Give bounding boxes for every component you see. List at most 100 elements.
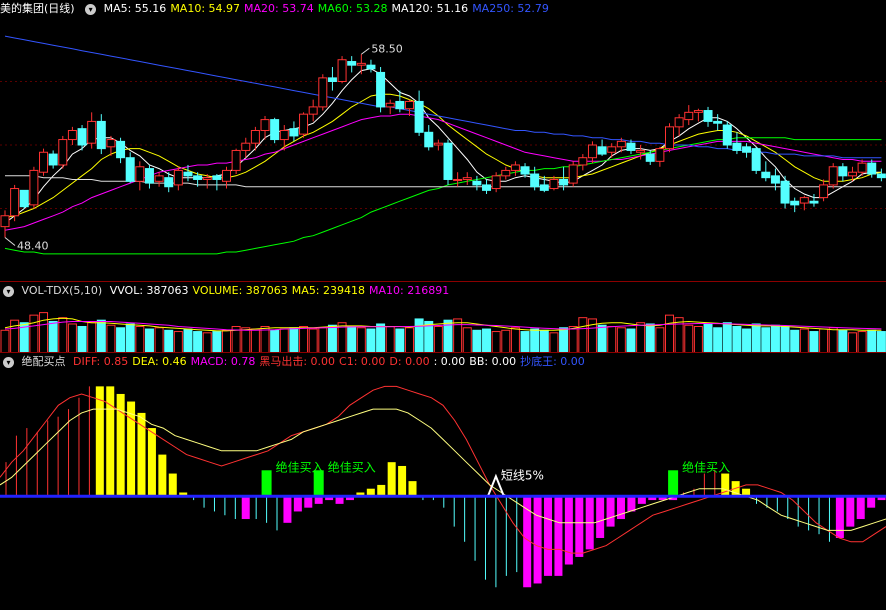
macd-bar (835, 496, 844, 538)
macd-bar (95, 386, 104, 497)
volume-bar (732, 326, 742, 353)
macd-bar (544, 496, 553, 576)
candle-body (510, 164, 520, 171)
candle-body (482, 184, 492, 191)
volume-bar (549, 332, 559, 353)
candle-body (742, 146, 752, 153)
buy-signal-bar (261, 470, 272, 497)
candle-body (838, 166, 848, 177)
volume-bar (308, 328, 318, 353)
settings-icon[interactable]: ▾ (85, 3, 97, 15)
volume-bar (636, 322, 646, 353)
candle-body (819, 184, 829, 199)
volume-bar (48, 320, 58, 353)
volume-bar (154, 327, 164, 353)
candle-body (761, 171, 771, 179)
volume-bar (847, 332, 857, 353)
candle-body (414, 100, 424, 133)
settings-icon[interactable]: ▾ (3, 285, 14, 297)
indicator-chart: 绝佳买入 绝佳买入 绝佳买入短线5% (0, 385, 886, 588)
volume-bar (742, 328, 752, 353)
macd-bar (387, 462, 396, 497)
volume-bar (462, 327, 472, 353)
volume-legend-item: VVOL: 387063 (109, 284, 189, 297)
volume-bar (289, 327, 299, 353)
indicator-legend-item: 黑马出击: 0.00 (259, 355, 336, 368)
volume-bar (809, 331, 819, 353)
candle-body (472, 180, 482, 186)
candle-body (867, 162, 877, 175)
candle-body (597, 146, 607, 155)
price-legend-item: MA250: 52.79 (472, 2, 549, 15)
volume-bar (144, 328, 154, 353)
macd-bar (158, 454, 167, 497)
indicator-legend-item: DEA: 0.46 (132, 355, 187, 368)
candle-body (58, 139, 68, 166)
candle-body (318, 77, 328, 108)
volume-bar (347, 326, 357, 353)
candle-body (10, 188, 20, 217)
volume-bar (799, 328, 809, 353)
candle-body (462, 177, 472, 180)
candle-body (327, 77, 337, 83)
candle-body (539, 184, 549, 191)
volume-bar (838, 329, 848, 353)
macd-bar (596, 496, 605, 538)
indicator-legend-item: DIFF: 0.85 (73, 355, 129, 368)
volume-bar (327, 324, 337, 353)
candle-body (202, 177, 212, 180)
candle-body (212, 175, 222, 180)
candle-body (645, 153, 655, 162)
settings-icon[interactable]: ▾ (3, 356, 14, 368)
macd-bar (127, 401, 136, 497)
volume-bar (867, 329, 877, 353)
candle-body (578, 157, 588, 166)
candle-body (549, 178, 559, 190)
candle-body (443, 142, 453, 180)
macd-bar (408, 481, 417, 497)
volume-header: ▾ VOL-TDX(5,10) VVOL: 387063 VOLUME: 3870… (0, 282, 457, 300)
volume-bar (106, 324, 116, 353)
indicator-legend-item: MACD: 0.78 (190, 355, 256, 368)
candle-body (395, 100, 405, 110)
candle-body (722, 124, 732, 146)
volume-bar (674, 317, 684, 353)
volume-bar (578, 317, 588, 353)
candle-body (308, 106, 318, 115)
indicator-pane: ▾ 绝配买点 DIFF: 0.85 DEA: 0.46 MACD: 0.78 黑马出击… (0, 353, 886, 610)
macd-bar (867, 496, 876, 508)
candle-body (530, 173, 540, 188)
volume-bar (751, 323, 761, 353)
volume-bar (530, 328, 540, 353)
candle-body (790, 200, 800, 206)
indicator-legend-item: 抄底王: 0.00 (520, 355, 585, 368)
volume-bar (96, 319, 106, 353)
volume-bar (67, 323, 77, 353)
candle-body (828, 166, 838, 186)
candle-body (241, 142, 251, 151)
high-price-label: 58.50 (371, 42, 403, 55)
candle-body (260, 119, 270, 131)
volume-bar (414, 318, 424, 353)
volume-bar (404, 327, 414, 353)
buy-signal-bar (668, 470, 679, 497)
volume-bar (722, 322, 732, 353)
ma-line-ma10 (4, 93, 882, 219)
volume-bar (173, 331, 183, 353)
indicator-legend-item: BB: 0.00 (469, 355, 517, 368)
volume-bar (790, 329, 800, 353)
candle-body (751, 148, 761, 171)
volume-bar (607, 326, 617, 353)
volume-bar (780, 326, 790, 353)
volume-bar (279, 328, 289, 353)
buy-signal-label: 绝佳买入 (682, 459, 730, 474)
volume-bar (510, 327, 520, 353)
volume-bar (366, 328, 376, 353)
volume-bar (472, 329, 482, 353)
candle-body (626, 142, 636, 151)
candle-body (106, 139, 116, 148)
buy-signal-bar (313, 470, 324, 497)
macd-bar (606, 496, 615, 527)
volume-bar (597, 324, 607, 353)
candle-body (173, 169, 183, 186)
